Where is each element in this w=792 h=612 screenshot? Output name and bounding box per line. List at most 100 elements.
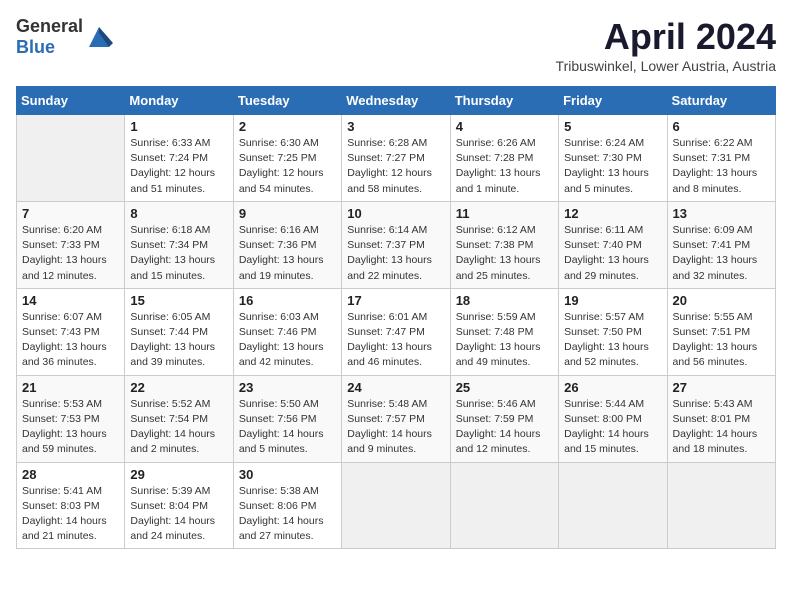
- week-row-1: 1 Sunrise: 6:33 AM Sunset: 7:24 PM Daylig…: [17, 115, 776, 202]
- weekday-header-monday: Monday: [125, 87, 233, 115]
- day-number: 5: [564, 119, 661, 134]
- day-number: 12: [564, 206, 661, 221]
- title-block: April 2024 Tribuswinkel, Lower Austria, …: [556, 16, 776, 74]
- day-number: 14: [22, 293, 119, 308]
- day-number: 20: [673, 293, 770, 308]
- page-header: General Blue April 2024 Tribuswinkel, Lo…: [16, 16, 776, 74]
- day-info: Sunrise: 6:07 AM Sunset: 7:43 PM Dayligh…: [22, 310, 119, 371]
- day-number: 11: [456, 206, 553, 221]
- day-info: Sunrise: 5:43 AM Sunset: 8:01 PM Dayligh…: [673, 397, 770, 458]
- day-info: Sunrise: 6:28 AM Sunset: 7:27 PM Dayligh…: [347, 136, 444, 197]
- calendar-cell: 12 Sunrise: 6:11 AM Sunset: 7:40 PM Dayli…: [559, 201, 667, 288]
- calendar-cell: 30Sunrise: 5:38 AM Sunset: 8:06 PM Dayli…: [233, 462, 341, 549]
- calendar-cell: 9 Sunrise: 6:16 AM Sunset: 7:36 PM Daylig…: [233, 201, 341, 288]
- weekday-header-friday: Friday: [559, 87, 667, 115]
- day-number: 17: [347, 293, 444, 308]
- day-info: Sunrise: 5:39 AM Sunset: 8:04 PM Dayligh…: [130, 484, 227, 545]
- day-number: 4: [456, 119, 553, 134]
- calendar-cell: 15 Sunrise: 6:05 AM Sunset: 7:44 PM Dayli…: [125, 288, 233, 375]
- day-number: 7: [22, 206, 119, 221]
- day-info: Sunrise: 6:22 AM Sunset: 7:31 PM Dayligh…: [673, 136, 770, 197]
- day-info: Sunrise: 6:12 AM Sunset: 7:38 PM Dayligh…: [456, 223, 553, 284]
- calendar-cell: 22 Sunrise: 5:52 AM Sunset: 7:54 PM Dayli…: [125, 375, 233, 462]
- day-info: Sunrise: 5:59 AM Sunset: 7:48 PM Dayligh…: [456, 310, 553, 371]
- day-info: Sunrise: 6:30 AM Sunset: 7:25 PM Dayligh…: [239, 136, 336, 197]
- day-info: Sunrise: 6:16 AM Sunset: 7:36 PM Dayligh…: [239, 223, 336, 284]
- calendar-cell: 6 Sunrise: 6:22 AM Sunset: 7:31 PM Daylig…: [667, 115, 775, 202]
- day-info: Sunrise: 6:20 AM Sunset: 7:33 PM Dayligh…: [22, 223, 119, 284]
- calendar-cell: 19Sunrise: 5:57 AM Sunset: 7:50 PM Dayli…: [559, 288, 667, 375]
- day-info: Sunrise: 5:44 AM Sunset: 8:00 PM Dayligh…: [564, 397, 661, 458]
- day-number: 25: [456, 380, 553, 395]
- day-info: Sunrise: 5:55 AM Sunset: 7:51 PM Dayligh…: [673, 310, 770, 371]
- day-number: 6: [673, 119, 770, 134]
- day-info: Sunrise: 6:33 AM Sunset: 7:24 PM Dayligh…: [130, 136, 227, 197]
- weekday-header-tuesday: Tuesday: [233, 87, 341, 115]
- calendar-cell: [559, 462, 667, 549]
- day-info: Sunrise: 5:41 AM Sunset: 8:03 PM Dayligh…: [22, 484, 119, 545]
- calendar-cell: 8Sunrise: 6:18 AM Sunset: 7:34 PM Daylig…: [125, 201, 233, 288]
- day-info: Sunrise: 6:09 AM Sunset: 7:41 PM Dayligh…: [673, 223, 770, 284]
- calendar-cell: 11 Sunrise: 6:12 AM Sunset: 7:38 PM Dayli…: [450, 201, 558, 288]
- week-row-4: 21 Sunrise: 5:53 AM Sunset: 7:53 PM Dayli…: [17, 375, 776, 462]
- week-row-3: 14 Sunrise: 6:07 AM Sunset: 7:43 PM Dayli…: [17, 288, 776, 375]
- day-info: Sunrise: 5:57 AM Sunset: 7:50 PM Dayligh…: [564, 310, 661, 371]
- calendar-cell: 13 Sunrise: 6:09 AM Sunset: 7:41 PM Dayli…: [667, 201, 775, 288]
- day-number: 24: [347, 380, 444, 395]
- day-number: 28: [22, 467, 119, 482]
- day-info: Sunrise: 5:48 AM Sunset: 7:57 PM Dayligh…: [347, 397, 444, 458]
- calendar-cell: 17Sunrise: 6:01 AM Sunset: 7:47 PM Dayli…: [342, 288, 450, 375]
- calendar-cell: 4 Sunrise: 6:26 AM Sunset: 7:28 PM Daylig…: [450, 115, 558, 202]
- calendar-cell: 28 Sunrise: 5:41 AM Sunset: 8:03 PM Dayli…: [17, 462, 125, 549]
- day-info: Sunrise: 6:26 AM Sunset: 7:28 PM Dayligh…: [456, 136, 553, 197]
- calendar-cell: 16 Sunrise: 6:03 AM Sunset: 7:46 PM Dayli…: [233, 288, 341, 375]
- weekday-header-thursday: Thursday: [450, 87, 558, 115]
- day-number: 3: [347, 119, 444, 134]
- calendar-cell: 3 Sunrise: 6:28 AM Sunset: 7:27 PM Daylig…: [342, 115, 450, 202]
- calendar-cell: 27Sunrise: 5:43 AM Sunset: 8:01 PM Dayli…: [667, 375, 775, 462]
- weekday-header-saturday: Saturday: [667, 87, 775, 115]
- day-number: 8: [130, 206, 227, 221]
- day-info: Sunrise: 5:50 AM Sunset: 7:56 PM Dayligh…: [239, 397, 336, 458]
- day-number: 9: [239, 206, 336, 221]
- day-info: Sunrise: 5:38 AM Sunset: 8:06 PM Dayligh…: [239, 484, 336, 545]
- day-number: 16: [239, 293, 336, 308]
- day-info: Sunrise: 6:11 AM Sunset: 7:40 PM Dayligh…: [564, 223, 661, 284]
- week-row-5: 28 Sunrise: 5:41 AM Sunset: 8:03 PM Dayli…: [17, 462, 776, 549]
- day-info: Sunrise: 5:46 AM Sunset: 7:59 PM Dayligh…: [456, 397, 553, 458]
- day-info: Sunrise: 6:05 AM Sunset: 7:44 PM Dayligh…: [130, 310, 227, 371]
- logo-general-text: General Blue: [16, 16, 83, 58]
- calendar-cell: 29 Sunrise: 5:39 AM Sunset: 8:04 PM Dayli…: [125, 462, 233, 549]
- day-number: 26: [564, 380, 661, 395]
- month-title: April 2024: [556, 16, 776, 58]
- calendar-cell: 20 Sunrise: 5:55 AM Sunset: 7:51 PM Dayli…: [667, 288, 775, 375]
- calendar-cell: [667, 462, 775, 549]
- day-number: 13: [673, 206, 770, 221]
- day-number: 2: [239, 119, 336, 134]
- weekday-header-wednesday: Wednesday: [342, 87, 450, 115]
- day-number: 21: [22, 380, 119, 395]
- week-row-2: 7 Sunrise: 6:20 AM Sunset: 7:33 PM Daylig…: [17, 201, 776, 288]
- calendar-cell: 26 Sunrise: 5:44 AM Sunset: 8:00 PM Dayli…: [559, 375, 667, 462]
- day-info: Sunrise: 5:53 AM Sunset: 7:53 PM Dayligh…: [22, 397, 119, 458]
- calendar-cell: 7 Sunrise: 6:20 AM Sunset: 7:33 PM Daylig…: [17, 201, 125, 288]
- day-number: 1: [130, 119, 227, 134]
- day-number: 29: [130, 467, 227, 482]
- day-info: Sunrise: 6:03 AM Sunset: 7:46 PM Dayligh…: [239, 310, 336, 371]
- calendar-cell: 18Sunrise: 5:59 AM Sunset: 7:48 PM Dayli…: [450, 288, 558, 375]
- calendar-cell: 14 Sunrise: 6:07 AM Sunset: 7:43 PM Dayli…: [17, 288, 125, 375]
- day-number: 15: [130, 293, 227, 308]
- day-number: 23: [239, 380, 336, 395]
- calendar-cell: [342, 462, 450, 549]
- day-info: Sunrise: 5:52 AM Sunset: 7:54 PM Dayligh…: [130, 397, 227, 458]
- calendar-cell: 25 Sunrise: 5:46 AM Sunset: 7:59 PM Dayli…: [450, 375, 558, 462]
- calendar-cell: 2 Sunrise: 6:30 AM Sunset: 7:25 PM Daylig…: [233, 115, 341, 202]
- day-info: Sunrise: 6:14 AM Sunset: 7:37 PM Dayligh…: [347, 223, 444, 284]
- day-number: 22: [130, 380, 227, 395]
- weekday-header-row: SundayMondayTuesdayWednesdayThursdayFrid…: [17, 87, 776, 115]
- location-subtitle: Tribuswinkel, Lower Austria, Austria: [556, 58, 776, 74]
- day-info: Sunrise: 6:24 AM Sunset: 7:30 PM Dayligh…: [564, 136, 661, 197]
- logo: General Blue: [16, 16, 113, 58]
- logo-icon: [85, 23, 113, 51]
- calendar-cell: 10Sunrise: 6:14 AM Sunset: 7:37 PM Dayli…: [342, 201, 450, 288]
